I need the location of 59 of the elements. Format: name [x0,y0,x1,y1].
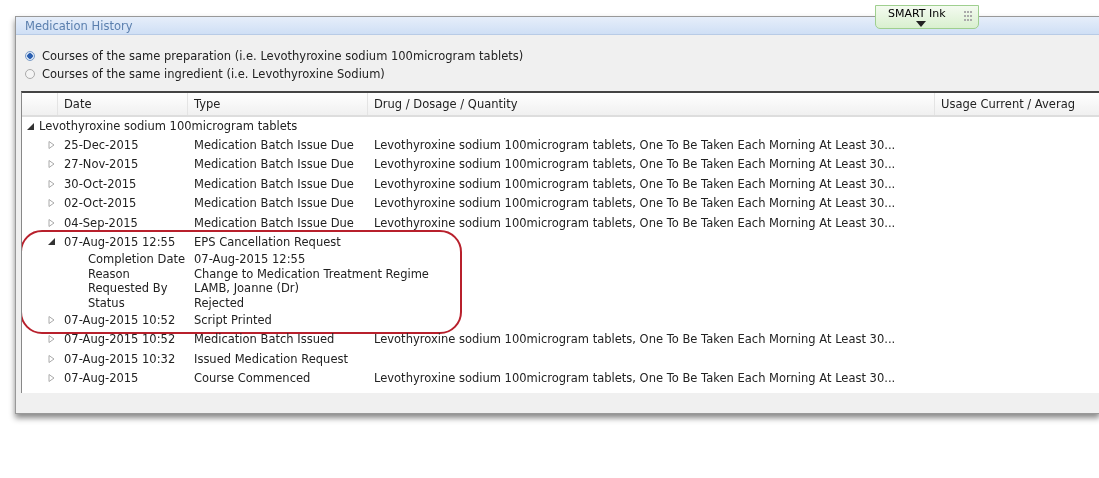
collapsed-arrow-icon[interactable] [48,374,55,383]
type-cell-text: Medication Batch Issue Due [193,137,355,152]
collapsed-arrow-icon[interactable] [48,218,55,227]
expanded-arrow-icon[interactable] [48,238,55,247]
grip-icon [964,11,972,21]
type-cell-text: Medication Batch Issue Due [193,157,355,172]
collapsed-arrow-icon[interactable] [48,179,55,188]
drug-cell-text: Levothyroxine sodium 100microgram tablets, One To Be Taken Each Morning At Least 30... [373,157,897,172]
type-cell-text: Course Commenced [193,371,312,386]
collapsed-arrow-icon[interactable] [48,160,55,169]
type-cell-text: Medication Batch Issue Due [193,176,355,191]
type-cell-text: Script Printed [193,312,273,327]
column-header[interactable]: Usage Current / Averag [935,93,1099,115]
detail-label: Requested By [88,281,169,296]
smart-ink-button[interactable]: SMART Ink [875,5,979,29]
detail-value: 07-Aug-2015 12:55 [194,252,306,267]
collapsed-arrow-icon[interactable] [48,335,55,344]
date-cell-text: 07-Aug-2015 10:32 [63,351,177,366]
drug-cell-text: Levothyroxine sodium 100microgram tablets, One To Be Taken Each Morning At Least 30... [373,215,897,230]
type-cell-text: Medication Batch Issue Due [193,215,355,230]
date-cell-text: 07-Aug-2015 10:52 [63,312,177,327]
caret-icon [916,21,926,27]
date-cell-text: 02-Oct-2015 [63,196,138,211]
detail-label: Status [88,295,126,310]
date-cell-text: 04-Sep-2015 [63,215,139,230]
group-label: Levothyroxine sodium 100microgram tablets [39,119,298,133]
radio-button[interactable] [25,51,35,61]
drug-cell-text: Levothyroxine sodium 100microgram tablets, One To Be Taken Each Morning At Least 30... [373,176,897,191]
date-cell-text: 07-Aug-2015 12:55 [63,235,177,250]
expanded-arrow-icon[interactable] [27,122,34,130]
radio-option[interactable]: Courses of the same ingredient (i.e. Levothyroxine Sodium) [25,67,1099,81]
date-cell-text: 07-Aug-2015 10:52 [63,332,177,347]
detail-value: Rejected [194,295,245,310]
detail-value: Change to Medication Treatment Regime [194,266,429,281]
collapsed-arrow-icon[interactable] [48,140,55,149]
type-cell-text: Medication Batch Issued [193,332,336,347]
column-header[interactable]: Type [188,93,368,115]
window-title: Medication History [25,18,133,33]
type-cell-text: EPS Cancellation Request [193,235,342,250]
collapsed-arrow-icon[interactable] [48,354,55,363]
date-cell-text: 25-Dec-2015 [63,137,140,152]
drug-cell-text: Levothyroxine sodium 100microgram tablets, One To Be Taken Each Morning At Least 30... [373,137,897,152]
date-cell-text: 30-Oct-2015 [63,176,138,191]
collapsed-arrow-icon[interactable] [48,315,55,324]
date-cell-text: 27-Nov-2015 [63,157,140,172]
collapsed-arrow-icon[interactable] [48,199,55,208]
detail-value: LAMB, Joanne (Dr) [194,281,299,296]
column-header[interactable]: Date [58,93,188,115]
drug-cell-text: Levothyroxine sodium 100microgram tablets, One To Be Taken Each Morning At Least 30... [373,332,897,347]
type-cell-text: Medication Batch Issue Due [193,196,355,211]
date-cell-text: 07-Aug-2015 [63,371,140,386]
radio-button[interactable] [25,69,35,79]
radio-option[interactable]: Courses of the same preparation (i.e. Levothyroxine sodium 100microgram tablets) [25,49,1099,63]
type-cell-text: Issued Medication Request [193,351,349,366]
detail-label: Reason [88,266,131,281]
detail-label: Completion Date [88,252,186,267]
drug-cell-text: Levothyroxine sodium 100microgram tablets, One To Be Taken Each Morning At Least 30... [373,371,897,386]
drug-cell-text: Levothyroxine sodium 100microgram tablets, One To Be Taken Each Morning At Least 30... [373,196,897,211]
column-header[interactable]: Drug / Dosage / Quantity [368,93,935,115]
